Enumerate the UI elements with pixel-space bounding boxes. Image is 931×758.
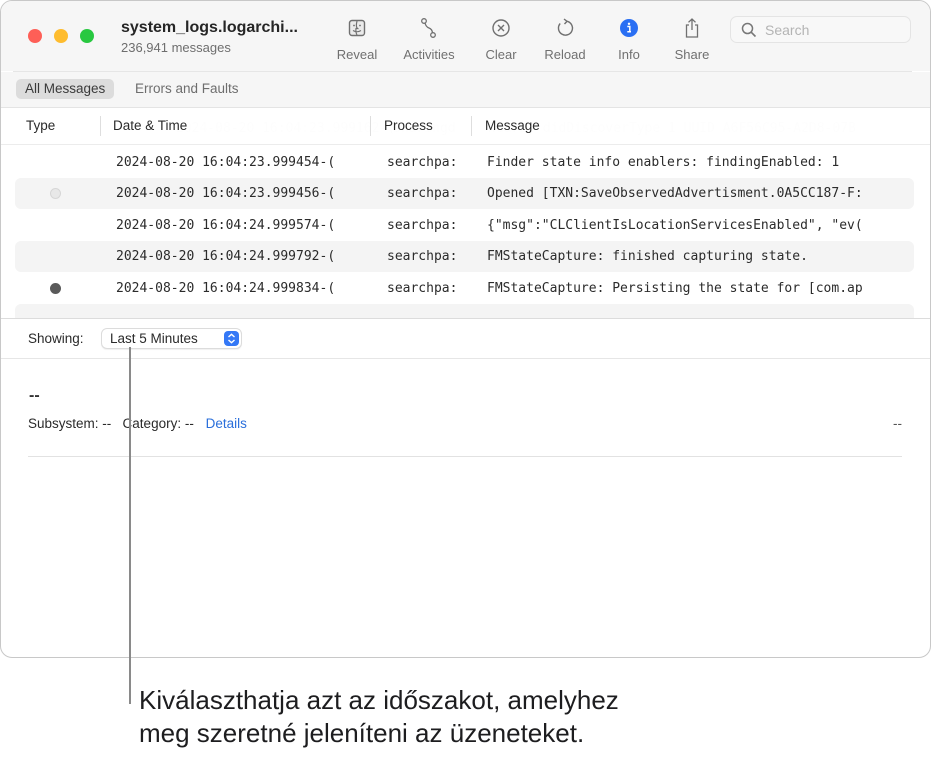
table-row[interactable]: 2024-08-20 16:04:23.999454-( searchpa: F…	[15, 147, 914, 178]
reload-icon	[552, 15, 578, 41]
filter-errors-and-faults[interactable]: Errors and Faults	[126, 79, 248, 99]
reveal-button[interactable]: Reveal	[322, 15, 392, 62]
table-divider	[1, 318, 930, 319]
reveal-label: Reveal	[336, 47, 378, 62]
table-row[interactable]: 2024-08-20 16:04:24.999574-( searchpa: {…	[15, 210, 914, 241]
details-link[interactable]: Details	[206, 416, 247, 431]
close-window-button[interactable]	[28, 29, 42, 43]
search-input[interactable]	[763, 20, 897, 39]
column-header-process[interactable]: Process	[384, 118, 433, 133]
share-button[interactable]: Share	[657, 15, 727, 62]
row-process: searchpa:	[387, 155, 458, 170]
clear-button[interactable]: Clear	[466, 15, 536, 62]
message-count: 236,941 messages	[121, 40, 231, 55]
column-header-type[interactable]: Type	[26, 118, 55, 133]
column-divider[interactable]	[100, 116, 101, 136]
time-range-value: Last 5 Minutes	[110, 331, 198, 346]
showing-label: Showing:	[28, 331, 84, 346]
detail-right-value: --	[893, 416, 902, 431]
row-message: Finder state info enablers: findingEnabl…	[487, 155, 840, 170]
row-process: searchpa:	[387, 218, 458, 233]
column-header-message[interactable]: Message	[485, 118, 540, 133]
zoom-window-button[interactable]	[80, 29, 94, 43]
detail-divider	[28, 456, 902, 457]
minimize-window-button[interactable]	[54, 29, 68, 43]
info-icon	[616, 15, 642, 41]
table-header: Type Date & Time Process Message	[1, 108, 930, 145]
row-date: 2024-08-20 16:04:24.999834-(	[116, 281, 336, 296]
detail-title: --	[29, 387, 40, 404]
finder-icon	[344, 15, 370, 41]
row-date: 2024-08-20 16:04:23.999454-(	[116, 155, 336, 170]
reload-button[interactable]: Reload	[530, 15, 600, 62]
search-icon	[741, 22, 757, 38]
share-icon	[679, 15, 705, 41]
row-message: FMStateCapture: Persisting the state for…	[487, 281, 863, 296]
info-label: Info	[618, 47, 640, 62]
category-label: Category: --	[122, 416, 194, 431]
detail-meta: Subsystem: -- Category: -- Details	[28, 416, 247, 431]
time-range-select[interactable]: Last 5 Minutes	[101, 328, 242, 349]
table-row[interactable]: 2024-08-20 16:04:23.999456-( searchpa: O…	[15, 178, 914, 209]
subsystem-label: Subsystem: --	[28, 416, 112, 431]
callout-caption: Kiválaszthatja azt az időszakot, amelyhe…	[139, 684, 619, 750]
console-window: system_logs.logarchi... 236,941 messages…	[0, 0, 931, 658]
row-message: {"msg":"CLClientIsLocationServicesEnable…	[487, 218, 863, 233]
clear-circle-x-icon	[488, 15, 514, 41]
info-button[interactable]: Info	[594, 15, 664, 62]
row-process: searchpa:	[387, 249, 458, 264]
chevron-up-down-icon	[224, 331, 239, 346]
row-date: 2024-08-20 16:04:24.999792-(	[116, 249, 336, 264]
row-message: FMStateCapture: finished capturing state…	[487, 249, 808, 264]
share-label: Share	[674, 47, 710, 62]
callout-line	[129, 347, 131, 704]
table-row[interactable]: 2024-08-20 16:04:24.999792-( searchpa: F…	[15, 241, 914, 272]
column-divider[interactable]	[471, 116, 472, 136]
row-date: 2024-08-20 16:04:24.999574-(	[116, 218, 336, 233]
activities-label: Activities	[403, 47, 455, 62]
row-process: searchpa:	[387, 186, 458, 201]
table-row[interactable]	[15, 304, 914, 318]
column-divider[interactable]	[370, 116, 371, 136]
callout-line-2: meg szeretné jeleníteni az üzeneteket.	[139, 718, 585, 748]
activities-icon	[416, 15, 442, 41]
activities-button[interactable]: Activities	[394, 15, 464, 62]
debug-type-dot-icon	[50, 283, 61, 294]
row-date: 2024-08-20 16:04:23.999456-(	[116, 186, 336, 201]
filter-bar: All Messages Errors and Faults	[1, 72, 930, 107]
filter-all-messages[interactable]: All Messages	[16, 79, 115, 99]
reload-label: Reload	[544, 47, 586, 62]
row-message: Opened [TXN:SaveObservedAdvertisment.0A5…	[487, 186, 863, 201]
table-row[interactable]: 2024-08-20 16:04:24.999834-( searchpa: F…	[15, 273, 914, 304]
column-header-date-time[interactable]: Date & Time	[113, 118, 187, 133]
log-table: 2024-08-20 16:04:23.999162-( sharingd Ne…	[1, 108, 930, 318]
row-process: searchpa:	[387, 281, 458, 296]
callout-line-1: Kiválaszthatja azt az időszakot, amelyhe…	[139, 685, 619, 715]
toolbar: system_logs.logarchi... 236,941 messages…	[1, 1, 930, 71]
search-field[interactable]	[730, 16, 911, 43]
info-type-dot-icon	[50, 188, 61, 199]
window-title: system_logs.logarchi...	[121, 19, 298, 36]
showing-divider	[1, 358, 930, 359]
clear-label: Clear	[485, 47, 517, 62]
